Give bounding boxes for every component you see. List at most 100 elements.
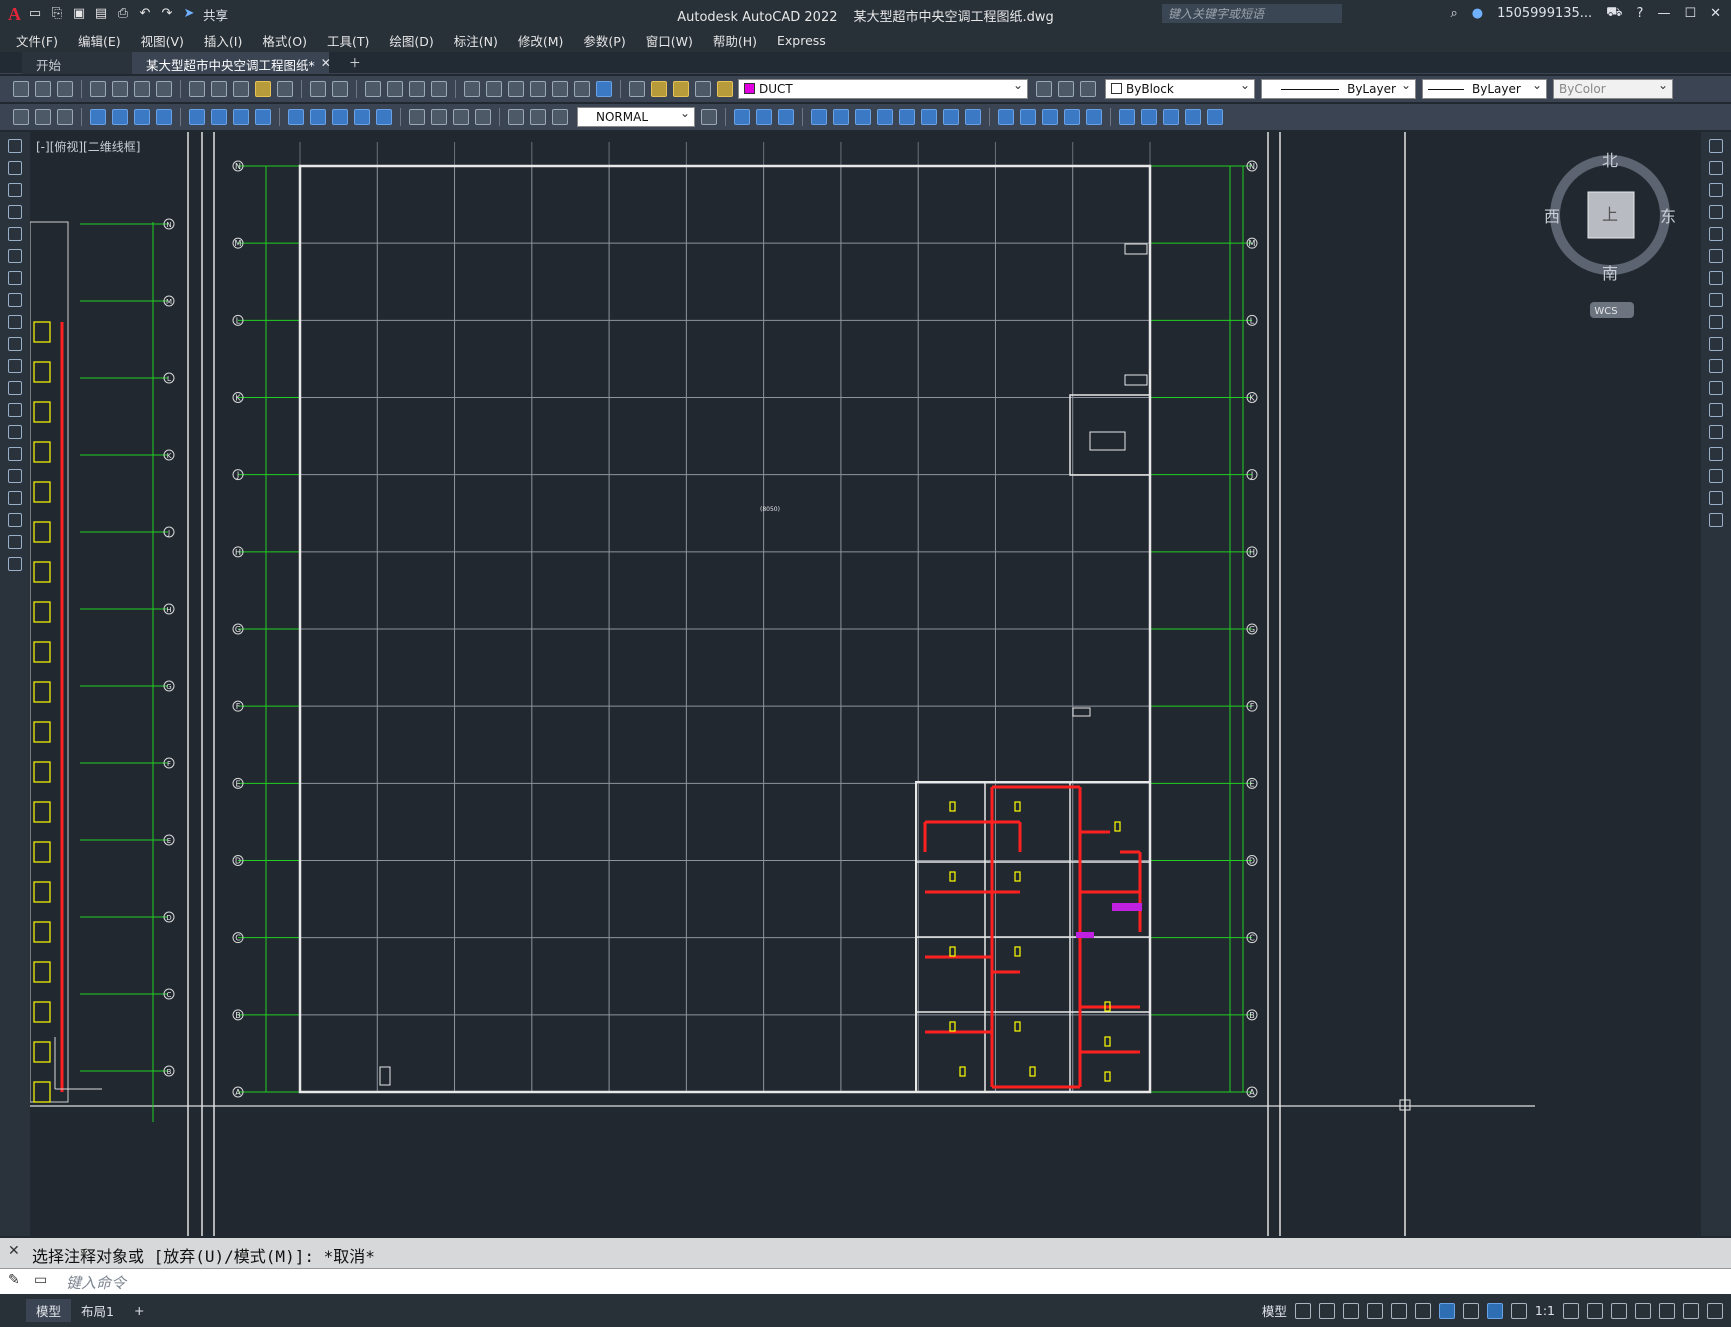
fillet-icon[interactable] xyxy=(1709,469,1723,483)
model-space-label[interactable]: 模型 xyxy=(1262,1301,1287,1320)
match-properties-icon[interactable] xyxy=(255,81,271,97)
undo-tool-icon[interactable] xyxy=(310,81,326,97)
isolate-objects-icon[interactable] xyxy=(1659,1302,1675,1319)
viewport-controls[interactable]: [-][俯视][二维线框] xyxy=(36,138,140,155)
ortho-icon[interactable] xyxy=(1342,1302,1359,1319)
modify-join-icon[interactable] xyxy=(1020,109,1036,125)
tool-palettes-icon[interactable] xyxy=(508,81,524,97)
open-icon[interactable] xyxy=(35,81,51,97)
dim-update-icon[interactable] xyxy=(552,109,568,125)
mtext-icon[interactable] xyxy=(8,535,22,549)
zoom-realtime-icon[interactable] xyxy=(387,81,403,97)
ellipse-arc-icon[interactable] xyxy=(8,359,22,373)
3d-print-icon[interactable] xyxy=(156,81,172,97)
color-combo[interactable]: ByBlock xyxy=(1105,78,1255,99)
markup-icon[interactable] xyxy=(552,81,568,97)
open-file-icon[interactable]: ⎘ xyxy=(49,6,65,22)
preview-icon[interactable] xyxy=(112,81,128,97)
user-icon[interactable]: ● xyxy=(1472,6,1483,21)
isodraft-icon[interactable] xyxy=(1390,1302,1407,1319)
array-icon[interactable] xyxy=(1709,227,1723,241)
line-icon[interactable] xyxy=(8,139,22,153)
menu-view[interactable]: 视图(V) xyxy=(131,31,194,50)
quick-dim-icon[interactable] xyxy=(288,109,304,125)
modify-erase-icon[interactable] xyxy=(734,109,750,125)
modify-offset-icon[interactable] xyxy=(811,109,827,125)
help-icon[interactable]: ? xyxy=(1637,6,1644,21)
tab-close-icon[interactable]: ✕ xyxy=(321,56,331,70)
rectangle-icon[interactable] xyxy=(8,227,22,241)
ellipse-icon[interactable] xyxy=(8,337,22,351)
help-tool-icon[interactable] xyxy=(596,81,612,97)
viewcube[interactable]: 上 北 南 东 西 WCS xyxy=(1540,140,1680,330)
sheet-set-icon[interactable] xyxy=(530,81,546,97)
viewcube-south[interactable]: 南 xyxy=(1602,264,1618,283)
dim-arc-icon[interactable] xyxy=(134,109,150,125)
menu-window[interactable]: 窗口(W) xyxy=(636,31,703,50)
inspect-icon[interactable] xyxy=(453,109,469,125)
add-layout-icon[interactable]: + xyxy=(124,1301,154,1320)
dim-ordinate-icon[interactable] xyxy=(156,109,172,125)
revision-cloud-icon[interactable] xyxy=(8,293,22,307)
break-icon[interactable] xyxy=(1709,403,1723,417)
tolerance-icon[interactable] xyxy=(409,109,425,125)
modify-scale-icon[interactable] xyxy=(899,109,915,125)
dim-edit-icon[interactable] xyxy=(508,109,524,125)
plotstyle-combo[interactable]: ByColor xyxy=(1553,78,1673,99)
table-icon[interactable] xyxy=(8,513,22,527)
dimstyle-combo[interactable]: NORMAL xyxy=(577,106,695,127)
dim-diameter-icon[interactable] xyxy=(233,109,249,125)
modify-break-icon[interactable] xyxy=(998,109,1014,125)
dim-break-icon[interactable] xyxy=(376,109,392,125)
command-input[interactable]: 键入命令 xyxy=(0,1268,1731,1294)
hatch-icon[interactable] xyxy=(8,447,22,461)
copy-icon[interactable] xyxy=(211,81,227,97)
modify-copy-icon[interactable] xyxy=(756,109,772,125)
wcs-label[interactable]: WCS xyxy=(1594,306,1617,317)
erase-icon[interactable] xyxy=(1709,139,1723,153)
layout1-tab[interactable]: 布局1 xyxy=(71,1299,124,1322)
modify-stretch-icon[interactable] xyxy=(921,109,937,125)
dim-icon-2[interactable] xyxy=(35,109,51,125)
layer-lock-icon[interactable] xyxy=(717,81,733,97)
dim-baseline-icon[interactable] xyxy=(310,109,326,125)
new-file-icon[interactable]: ▭ xyxy=(27,6,43,22)
layer-combo[interactable]: DUCT xyxy=(738,78,1028,99)
text-front-icon[interactable] xyxy=(1185,109,1201,125)
send-back-icon[interactable] xyxy=(1163,109,1179,125)
minimize-icon[interactable]: — xyxy=(1657,6,1670,21)
menu-parametric[interactable]: 参数(P) xyxy=(573,31,635,50)
modify-trim-icon[interactable] xyxy=(943,109,959,125)
paste-icon[interactable] xyxy=(233,81,249,97)
jogged-linear-icon[interactable] xyxy=(475,109,491,125)
search-icon[interactable]: ⌕ xyxy=(1450,6,1457,21)
maximize-icon[interactable]: ☐ xyxy=(1684,6,1696,21)
modify-mirror-icon[interactable] xyxy=(778,109,794,125)
tab-drawing[interactable]: 某大型超市中央空调工程图纸* xyxy=(132,51,329,74)
center-mark-icon[interactable] xyxy=(431,109,447,125)
lineweight-combo[interactable]: ByLayer xyxy=(1422,78,1547,99)
zoom-window-icon[interactable] xyxy=(409,81,425,97)
modify-chamfer-icon[interactable] xyxy=(1042,109,1058,125)
viewcube-north[interactable]: 北 xyxy=(1602,151,1618,170)
rotate-icon[interactable] xyxy=(1709,271,1723,285)
dim-radius-icon[interactable] xyxy=(189,109,205,125)
user-name[interactable]: 1505999135... xyxy=(1497,6,1592,21)
plot-icon[interactable]: ⎙ xyxy=(115,6,131,22)
menu-dimension[interactable]: 标注(N) xyxy=(444,31,508,50)
modify-explode-icon[interactable] xyxy=(1086,109,1102,125)
zoom-previous-icon[interactable] xyxy=(431,81,447,97)
gradient-icon[interactable] xyxy=(8,469,22,483)
draw-order-icon[interactable] xyxy=(1119,109,1135,125)
move-icon[interactable] xyxy=(1709,249,1723,263)
dim-icon-3[interactable] xyxy=(57,109,73,125)
trim-icon[interactable] xyxy=(1709,337,1723,351)
design-center-icon[interactable] xyxy=(486,81,502,97)
annotation-monitor-icon[interactable] xyxy=(1587,1302,1603,1319)
modify-move-icon[interactable] xyxy=(855,109,871,125)
arc-icon[interactable] xyxy=(8,249,22,263)
make-current-icon[interactable] xyxy=(1036,81,1052,97)
model-tab[interactable]: 模型 xyxy=(26,1299,72,1322)
explode-icon[interactable] xyxy=(1709,513,1723,527)
circle-icon[interactable] xyxy=(8,271,22,285)
